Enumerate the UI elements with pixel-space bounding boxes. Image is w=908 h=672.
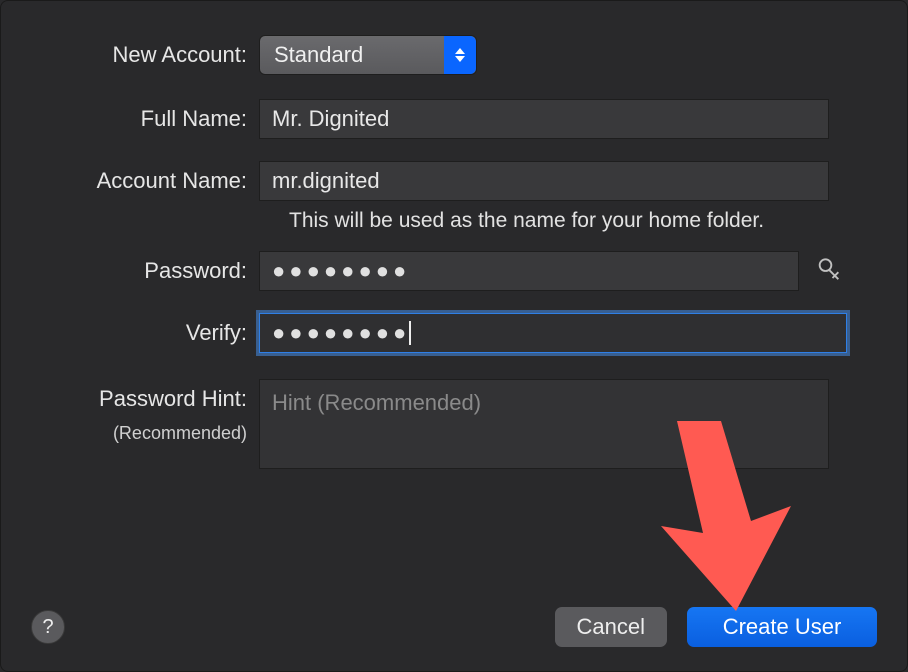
password-hint-input[interactable]: [259, 379, 829, 469]
label-password: Password:: [1, 251, 259, 291]
full-name-input[interactable]: [259, 99, 829, 139]
label-new-account: New Account:: [1, 35, 259, 75]
account-name-helper: This will be used as the name for your h…: [289, 209, 859, 233]
label-full-name: Full Name:: [1, 99, 259, 139]
help-button[interactable]: ?: [31, 610, 65, 644]
password-mask: ●●●●●●●●: [272, 260, 410, 282]
text-caret: [409, 321, 411, 345]
updown-chevron-icon: [444, 36, 476, 74]
verify-input[interactable]: ●●●●●●●●: [259, 313, 847, 353]
label-account-name: Account Name:: [1, 161, 259, 201]
row-verify: Verify: ●●●●●●●●: [1, 313, 907, 353]
new-account-value: Standard: [260, 42, 363, 68]
create-user-dialog: New Account: Standard Full Name: Account…: [0, 0, 908, 672]
verify-mask: ●●●●●●●●: [272, 322, 410, 344]
help-icon: ?: [42, 616, 53, 639]
row-password: Password: ●●●●●●●●: [1, 251, 907, 291]
password-input[interactable]: ●●●●●●●●: [259, 251, 799, 291]
row-password-hint: Password Hint: (Recommended): [1, 379, 907, 474]
cancel-button[interactable]: Cancel: [555, 607, 667, 647]
account-name-input[interactable]: [259, 161, 829, 201]
key-icon[interactable]: [815, 257, 843, 285]
label-password-hint: Password Hint: (Recommended): [1, 379, 259, 445]
row-account-name: Account Name: This will be used as the n…: [1, 161, 907, 233]
create-user-button[interactable]: Create User: [687, 607, 877, 647]
button-bar: ? Cancel Create User: [1, 607, 907, 647]
label-password-hint-sub: (Recommended): [113, 421, 247, 445]
label-verify: Verify:: [1, 313, 259, 353]
row-new-account: New Account: Standard: [1, 35, 907, 75]
row-full-name: Full Name:: [1, 99, 907, 139]
new-account-select[interactable]: Standard: [259, 35, 477, 75]
label-password-hint-main: Password Hint:: [99, 379, 247, 419]
